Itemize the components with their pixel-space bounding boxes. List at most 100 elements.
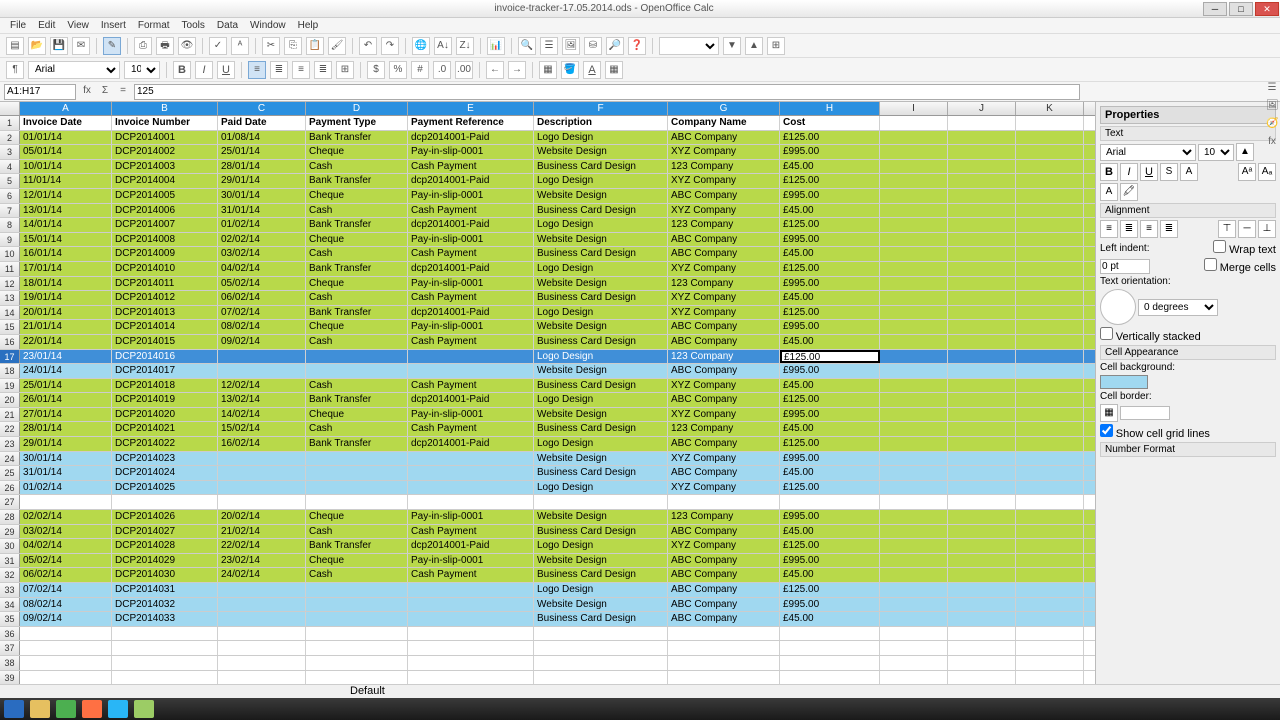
left-indent-input[interactable]: [1100, 259, 1150, 274]
cell[interactable]: [534, 627, 668, 641]
cell[interactable]: [408, 671, 534, 685]
column-headers[interactable]: ABCDEFGHIJK: [0, 102, 1095, 116]
cell[interactable]: Business Card Design: [534, 612, 668, 626]
cell[interactable]: Website Design: [534, 233, 668, 247]
find-all-icon[interactable]: ⊞: [767, 37, 785, 55]
cell[interactable]: Cash Payment: [408, 525, 534, 539]
new-icon[interactable]: ▤: [6, 37, 24, 55]
cell[interactable]: £125.00: [780, 350, 880, 364]
cell[interactable]: [668, 495, 780, 509]
sb-font-select[interactable]: Arial: [1100, 144, 1196, 161]
cell-appearance-section[interactable]: Cell Appearance: [1100, 345, 1276, 360]
cell[interactable]: 21/01/14: [20, 320, 112, 334]
cell[interactable]: Pay-in-slip-0001: [408, 320, 534, 334]
header-cell[interactable]: Payment Type: [306, 116, 408, 130]
cell[interactable]: ABC Company: [668, 554, 780, 568]
row-header[interactable]: 6: [0, 189, 20, 203]
cell[interactable]: DCP2014030: [112, 568, 218, 582]
cell[interactable]: [218, 466, 306, 480]
cell[interactable]: Cheque: [306, 233, 408, 247]
header-cell[interactable]: Paid Date: [218, 116, 306, 130]
cell[interactable]: ABC Company: [668, 364, 780, 378]
sidebar-tab-functions-icon[interactable]: fx: [1266, 136, 1278, 150]
cell[interactable]: [112, 656, 218, 670]
row-header[interactable]: 36: [0, 627, 20, 641]
find-prev-icon[interactable]: ▲: [745, 37, 763, 55]
grid-icon[interactable]: ▦: [605, 61, 623, 79]
cell[interactable]: Pay-in-slip-0001: [408, 145, 534, 159]
cell[interactable]: [408, 598, 534, 612]
cell[interactable]: [112, 671, 218, 685]
cell[interactable]: ABC Company: [668, 247, 780, 261]
cell[interactable]: [306, 481, 408, 495]
table-row[interactable]: 3307/02/14DCP2014031Logo DesignABC Compa…: [0, 583, 1095, 598]
header-cell[interactable]: Description: [534, 116, 668, 130]
cell[interactable]: ABC Company: [668, 320, 780, 334]
cell[interactable]: ABC Company: [668, 393, 780, 407]
cell[interactable]: Cash: [306, 525, 408, 539]
cell[interactable]: [218, 583, 306, 597]
col-header-J[interactable]: J: [948, 102, 1016, 115]
function-wizard-icon[interactable]: fx: [80, 85, 94, 99]
cell[interactable]: £125.00: [780, 437, 880, 451]
firefox-icon[interactable]: [82, 700, 102, 718]
cell[interactable]: [408, 627, 534, 641]
cell[interactable]: 06/02/14: [218, 291, 306, 305]
cell[interactable]: £45.00: [780, 525, 880, 539]
row-header[interactable]: 7: [0, 204, 20, 218]
sb-bold-icon[interactable]: B: [1100, 163, 1118, 181]
table-row[interactable]: 1723/01/14DCP2014016Logo Design123 Compa…: [0, 350, 1095, 365]
table-row[interactable]: 1824/01/14DCP2014017Website DesignABC Co…: [0, 364, 1095, 379]
cell[interactable]: 03/02/14: [20, 525, 112, 539]
cell[interactable]: £45.00: [780, 247, 880, 261]
cell[interactable]: XYZ Company: [668, 379, 780, 393]
sidebar-tab-gallery-icon[interactable]: 🖼: [1266, 100, 1278, 114]
cell[interactable]: dcp2014001-Paid: [408, 262, 534, 276]
cell[interactable]: [218, 452, 306, 466]
cell[interactable]: ABC Company: [668, 466, 780, 480]
col-header-I[interactable]: I: [880, 102, 948, 115]
col-header-K[interactable]: K: [1016, 102, 1084, 115]
cell[interactable]: 01/02/14: [218, 218, 306, 232]
merge-cells-checkbox[interactable]: [1204, 258, 1217, 271]
datasource-icon[interactable]: ⛁: [584, 37, 602, 55]
find-icon[interactable]: 🔍: [518, 37, 536, 55]
table-row[interactable]: 2329/01/14DCP201402216/02/14Bank Transfe…: [0, 437, 1095, 452]
col-header-F[interactable]: F: [534, 102, 668, 115]
cell[interactable]: DCP2014029: [112, 554, 218, 568]
cell[interactable]: £45.00: [780, 379, 880, 393]
row-header[interactable]: 9: [0, 233, 20, 247]
cell[interactable]: Cash Payment: [408, 204, 534, 218]
cell[interactable]: dcp2014001-Paid: [408, 437, 534, 451]
maximize-button[interactable]: □: [1229, 2, 1253, 16]
cell[interactable]: [408, 452, 534, 466]
cell[interactable]: 16/01/14: [20, 247, 112, 261]
cell[interactable]: Cheque: [306, 554, 408, 568]
cell[interactable]: 04/02/14: [20, 539, 112, 553]
table-row[interactable]: 2127/01/14DCP201402014/02/14ChequePay-in…: [0, 408, 1095, 423]
cell[interactable]: DCP2014006: [112, 204, 218, 218]
cell[interactable]: Website Design: [534, 510, 668, 524]
cell[interactable]: Bank Transfer: [306, 131, 408, 145]
cell[interactable]: [218, 364, 306, 378]
cell[interactable]: 12/02/14: [218, 379, 306, 393]
cell[interactable]: 29/01/14: [218, 174, 306, 188]
cell[interactable]: 123 Company: [668, 277, 780, 291]
row-header[interactable]: 33: [0, 583, 20, 597]
underline-icon[interactable]: U: [217, 61, 235, 79]
menu-file[interactable]: File: [4, 18, 32, 33]
sb-fontcolor-icon[interactable]: A: [1100, 183, 1118, 201]
bgcolor-icon[interactable]: 🪣: [561, 61, 579, 79]
cell[interactable]: dcp2014001-Paid: [408, 218, 534, 232]
sort-asc-icon[interactable]: A↓: [434, 37, 452, 55]
cell[interactable]: 28/01/14: [218, 160, 306, 174]
cell[interactable]: £125.00: [780, 174, 880, 188]
cell[interactable]: Cash: [306, 160, 408, 174]
cell[interactable]: Cash: [306, 247, 408, 261]
row-header[interactable]: 28: [0, 510, 20, 524]
sidebar-tab-properties-icon[interactable]: ☰: [1266, 82, 1278, 96]
cell[interactable]: 02/02/14: [20, 510, 112, 524]
cell[interactable]: Business Card Design: [534, 466, 668, 480]
cell[interactable]: 11/01/14: [20, 174, 112, 188]
table-row[interactable]: 1622/01/14DCP201401509/02/14CashCash Pay…: [0, 335, 1095, 350]
